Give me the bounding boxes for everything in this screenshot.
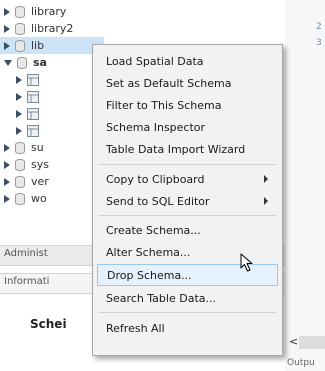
tree-item-library[interactable]: library: [4, 3, 66, 20]
menu-item-copy-to-clipboard[interactable]: Copy to Clipboard: [93, 168, 282, 190]
expand-arrow-icon[interactable]: [16, 75, 22, 84]
database-icon: [15, 141, 25, 154]
table-folder-icon: [27, 90, 39, 103]
menu-item-label: Schema Inspector: [106, 120, 206, 134]
menu-item-label: Load Spatial Data: [106, 54, 204, 68]
menu-item-load-spatial-data[interactable]: Load Spatial Data: [93, 50, 282, 72]
tree-folder-item[interactable]: [16, 88, 39, 105]
tree-item-label: sa: [33, 56, 47, 69]
tab-administration-label: Administ: [4, 248, 48, 259]
tree-item-label: library: [31, 5, 67, 18]
menu-item-label: Send to SQL Editor: [106, 194, 210, 208]
scroll-left-button[interactable]: <: [289, 335, 298, 351]
tree-item-schema[interactable]: wo: [4, 190, 47, 207]
database-icon: [15, 39, 25, 52]
database-icon: [15, 22, 25, 35]
menu-item-search-table-data[interactable]: Search Table Data...: [93, 287, 282, 309]
menu-item-refresh-all[interactable]: Refresh All: [93, 317, 282, 339]
database-icon: [15, 5, 25, 18]
horizontal-scrollbar[interactable]: [299, 336, 325, 349]
table-folder-icon: [27, 107, 39, 120]
database-icon: [17, 56, 27, 69]
tree-item-label: ver: [31, 175, 49, 188]
context-menu: Load Spatial Data Set as Default Schema …: [92, 44, 283, 356]
expand-arrow-icon[interactable]: [4, 24, 10, 33]
editor-gutter: [285, 0, 325, 371]
menu-item-create-schema[interactable]: Create Schema...: [93, 219, 282, 241]
tree-item-schema[interactable]: su: [4, 139, 44, 156]
menu-item-label: Search Table Data...: [106, 291, 216, 305]
tree-item-schema[interactable]: sys: [4, 156, 49, 173]
menu-item-label: Create Schema...: [106, 223, 201, 237]
menu-item-label: Table Data Import Wizard: [106, 142, 246, 156]
expand-arrow-icon[interactable]: [16, 92, 22, 101]
output-panel-label: Outpu: [287, 358, 315, 368]
tab-information-label: Informati: [4, 276, 50, 287]
tree-item-label: su: [31, 141, 44, 154]
expand-arrow-icon[interactable]: [4, 177, 10, 186]
menu-item-send-to-sql-editor[interactable]: Send to SQL Editor: [93, 190, 282, 212]
menu-item-label: Set as Default Schema: [106, 76, 232, 90]
menu-item-label: Alter Schema...: [106, 245, 191, 259]
mouse-cursor-icon: [240, 253, 254, 276]
tree-item-schema[interactable]: ver: [4, 173, 49, 190]
expand-arrow-icon[interactable]: [16, 109, 22, 118]
menu-item-schema-inspector[interactable]: Schema Inspector: [93, 116, 282, 138]
tree-item-label: sys: [31, 158, 49, 171]
schema-info-title: Schei: [30, 317, 67, 331]
expand-arrow-icon[interactable]: [4, 7, 10, 16]
submenu-arrow-icon: [264, 175, 268, 183]
database-icon: [15, 158, 25, 171]
menu-separator: [99, 215, 276, 216]
menu-item-label: Filter to This Schema: [106, 98, 222, 112]
tree-folder-item[interactable]: [16, 122, 39, 139]
expand-arrow-icon[interactable]: [16, 126, 22, 135]
line-number: 2: [316, 22, 322, 32]
tree-item-selected-schema[interactable]: lib: [0, 37, 104, 54]
tree-item-expanded-schema[interactable]: sa: [4, 54, 47, 71]
table-folder-icon: [27, 124, 39, 137]
tree-item-library2[interactable]: library2: [4, 20, 73, 37]
expand-arrow-icon[interactable]: [4, 41, 10, 50]
tree-item-label: library2: [31, 22, 74, 35]
tree-item-label: lib: [31, 39, 45, 52]
menu-item-label: Refresh All: [106, 321, 165, 335]
expand-arrow-icon[interactable]: [4, 160, 10, 169]
table-folder-icon: [27, 73, 39, 86]
expand-arrow-icon[interactable]: [4, 143, 10, 152]
menu-separator: [99, 312, 276, 313]
menu-separator: [99, 164, 276, 165]
tree-folder-item[interactable]: [16, 105, 39, 122]
database-icon: [15, 192, 25, 205]
menu-item-label: Copy to Clipboard: [106, 172, 205, 186]
expand-arrow-icon[interactable]: [4, 194, 10, 203]
menu-item-label: Drop Schema...: [107, 268, 192, 282]
tree-item-label: wo: [31, 192, 47, 205]
collapse-arrow-icon[interactable]: [4, 59, 12, 66]
menu-item-filter-to-schema[interactable]: Filter to This Schema: [93, 94, 282, 116]
line-number: 3: [316, 38, 322, 48]
menu-item-set-default-schema[interactable]: Set as Default Schema: [93, 72, 282, 94]
database-icon: [15, 175, 25, 188]
tree-folder-item[interactable]: [16, 71, 39, 88]
menu-item-table-data-import-wizard[interactable]: Table Data Import Wizard: [93, 138, 282, 160]
submenu-arrow-icon: [264, 197, 268, 205]
